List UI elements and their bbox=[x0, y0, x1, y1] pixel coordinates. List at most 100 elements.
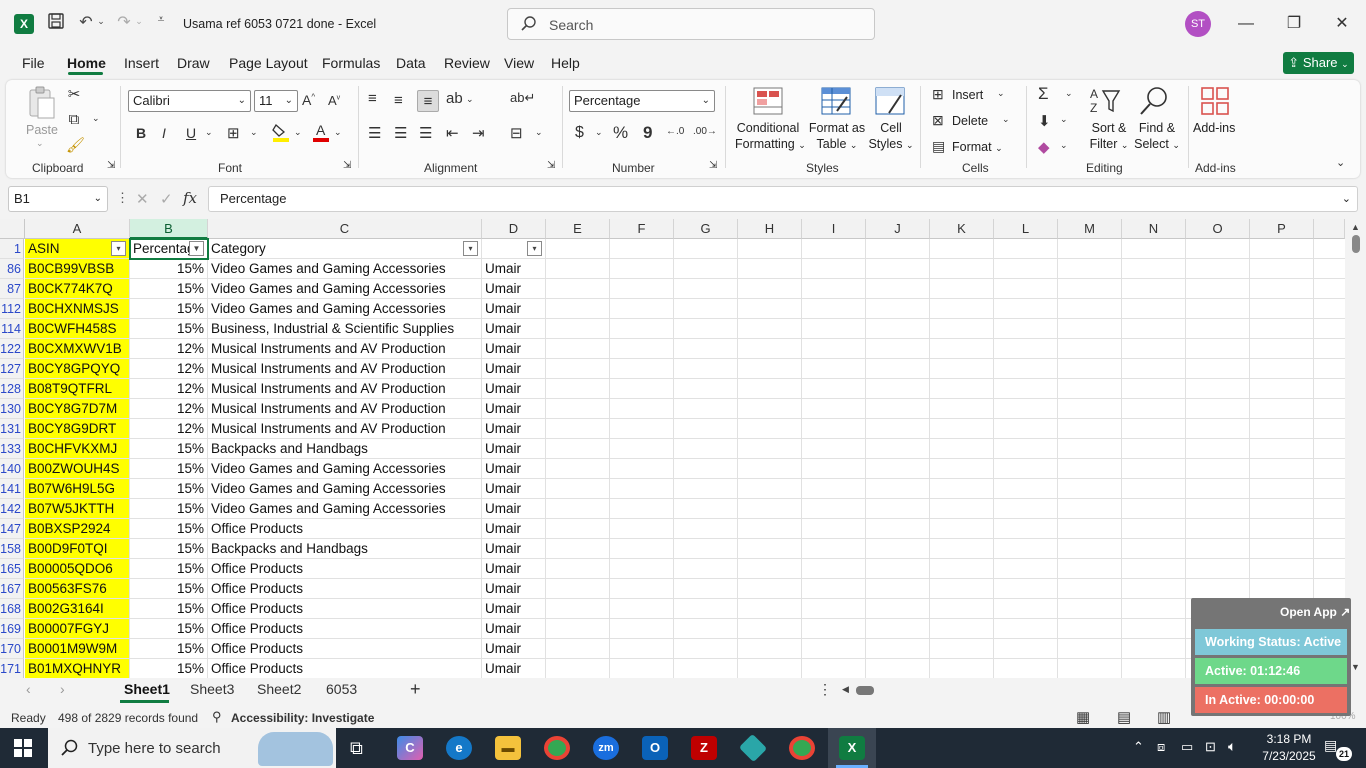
cell-who[interactable]: Umair bbox=[482, 359, 546, 379]
accounting-format-icon[interactable]: $ bbox=[575, 124, 584, 142]
empty-cell[interactable] bbox=[994, 399, 1058, 419]
empty-cell[interactable] bbox=[738, 239, 802, 259]
empty-cell[interactable] bbox=[994, 359, 1058, 379]
empty-cell[interactable] bbox=[866, 619, 930, 639]
cell-pct[interactable]: 15% bbox=[130, 579, 208, 599]
cell-asin[interactable]: B00007FGYJ bbox=[25, 619, 130, 639]
tab-file[interactable]: File bbox=[22, 55, 45, 71]
filter-dropdown-icon[interactable]: ▾ bbox=[463, 241, 478, 256]
cell-cat[interactable]: Office Products bbox=[208, 559, 482, 579]
empty-cell[interactable] bbox=[1314, 339, 1345, 359]
empty-cell[interactable] bbox=[738, 479, 802, 499]
column-header-e[interactable]: E bbox=[546, 219, 610, 239]
cell-pct[interactable]: 15% bbox=[130, 499, 208, 519]
empty-cell[interactable] bbox=[866, 539, 930, 559]
empty-cell[interactable] bbox=[610, 379, 674, 399]
empty-cell[interactable] bbox=[866, 279, 930, 299]
empty-cell[interactable] bbox=[674, 659, 738, 678]
empty-cell[interactable] bbox=[1058, 539, 1122, 559]
column-header-h[interactable]: H bbox=[738, 219, 802, 239]
underline-dropdown-icon[interactable]: ⌄ bbox=[205, 127, 213, 138]
align-right-icon[interactable]: ☰ bbox=[419, 124, 432, 142]
empty-cell[interactable] bbox=[1250, 459, 1314, 479]
cell-asin[interactable]: B002G3164I bbox=[25, 599, 130, 619]
empty-cell[interactable] bbox=[674, 439, 738, 459]
decrease-decimal-icon[interactable]: .00→ bbox=[693, 126, 717, 137]
column-header-m[interactable]: M bbox=[1058, 219, 1122, 239]
empty-cell[interactable] bbox=[1250, 319, 1314, 339]
prev-sheet-icon[interactable]: ‹ bbox=[26, 681, 31, 697]
column-header-p[interactable]: P bbox=[1250, 219, 1314, 239]
empty-cell[interactable] bbox=[1314, 379, 1345, 399]
empty-cell[interactable] bbox=[674, 359, 738, 379]
cell-asin[interactable]: B0CWFH458S bbox=[25, 319, 130, 339]
cell-cat[interactable]: Video Games and Gaming Accessories bbox=[208, 259, 482, 279]
insert-dropdown-icon[interactable]: ⌄ bbox=[997, 88, 1005, 99]
cell-asin[interactable]: B0CK774K7Q bbox=[25, 279, 130, 299]
cut-icon[interactable]: ✂ bbox=[66, 85, 82, 103]
accessibility-status[interactable]: Accessibility: Investigate bbox=[231, 711, 374, 725]
empty-cell[interactable] bbox=[930, 299, 994, 319]
page-break-view-icon[interactable]: ▥ bbox=[1157, 708, 1171, 726]
cell-cat[interactable]: Musical Instruments and AV Production bbox=[208, 399, 482, 419]
empty-cell[interactable] bbox=[1186, 519, 1250, 539]
format-painter-icon[interactable]: 🖌 bbox=[66, 136, 85, 154]
cell-cat[interactable]: Musical Instruments and AV Production bbox=[208, 359, 482, 379]
empty-cell[interactable] bbox=[610, 639, 674, 659]
empty-cell[interactable] bbox=[674, 319, 738, 339]
empty-cell[interactable] bbox=[610, 559, 674, 579]
empty-cell[interactable] bbox=[1250, 519, 1314, 539]
empty-cell[interactable] bbox=[610, 479, 674, 499]
empty-cell[interactable] bbox=[802, 239, 866, 259]
empty-cell[interactable] bbox=[610, 659, 674, 678]
empty-cell[interactable] bbox=[1186, 499, 1250, 519]
horizontal-scroll-thumb[interactable] bbox=[856, 686, 874, 695]
page-layout-view-icon[interactable]: ▤ bbox=[1117, 708, 1131, 726]
empty-cell[interactable] bbox=[802, 279, 866, 299]
empty-cell[interactable] bbox=[1314, 299, 1345, 319]
row-header[interactable]: 141 bbox=[0, 479, 24, 499]
empty-cell[interactable] bbox=[866, 599, 930, 619]
empty-cell[interactable] bbox=[738, 399, 802, 419]
empty-cell[interactable] bbox=[1186, 279, 1250, 299]
empty-cell[interactable] bbox=[802, 599, 866, 619]
empty-cell[interactable] bbox=[738, 579, 802, 599]
sort-filter-icon[interactable]: AZ bbox=[1089, 85, 1121, 120]
empty-cell[interactable] bbox=[1122, 319, 1186, 339]
empty-cell[interactable] bbox=[994, 479, 1058, 499]
empty-cell[interactable] bbox=[738, 439, 802, 459]
tab-view[interactable]: View bbox=[504, 55, 534, 71]
empty-cell[interactable] bbox=[802, 559, 866, 579]
empty-cell[interactable] bbox=[994, 239, 1058, 259]
cell-pct[interactable]: 15% bbox=[130, 639, 208, 659]
search-box[interactable]: Search bbox=[507, 8, 875, 40]
filter-dropdown-icon[interactable]: ▾ bbox=[111, 241, 126, 256]
cell-cat[interactable]: Backpacks and Handbags bbox=[208, 539, 482, 559]
more-options-icon[interactable]: ⋮ bbox=[116, 190, 129, 206]
cell-asin[interactable]: B00005QDO6 bbox=[25, 559, 130, 579]
tab-draw[interactable]: Draw bbox=[177, 55, 210, 71]
empty-cell[interactable] bbox=[802, 439, 866, 459]
empty-cell[interactable] bbox=[1122, 519, 1186, 539]
empty-cell[interactable] bbox=[546, 299, 610, 319]
empty-cell[interactable] bbox=[1186, 479, 1250, 499]
empty-cell[interactable] bbox=[674, 499, 738, 519]
merge-center-icon[interactable]: ⊟ bbox=[510, 124, 523, 142]
format-cells-label[interactable]: Format ⌄ bbox=[952, 139, 1003, 156]
cell-pct[interactable]: 15% bbox=[130, 619, 208, 639]
empty-cell[interactable] bbox=[1250, 579, 1314, 599]
empty-cell[interactable] bbox=[610, 599, 674, 619]
empty-cell[interactable] bbox=[1058, 359, 1122, 379]
row-header[interactable]: 130 bbox=[0, 399, 24, 419]
accounting-dropdown-icon[interactable]: ⌄ bbox=[595, 127, 603, 138]
fill-color-icon[interactable] bbox=[272, 122, 290, 146]
empty-cell[interactable] bbox=[930, 479, 994, 499]
empty-cell[interactable] bbox=[866, 339, 930, 359]
cell-who[interactable]: Umair bbox=[482, 639, 546, 659]
empty-cell[interactable] bbox=[738, 299, 802, 319]
empty-cell[interactable] bbox=[1250, 259, 1314, 279]
empty-cell[interactable] bbox=[1250, 539, 1314, 559]
empty-cell[interactable] bbox=[930, 399, 994, 419]
tab-review[interactable]: Review bbox=[444, 55, 490, 71]
empty-cell[interactable] bbox=[546, 579, 610, 599]
